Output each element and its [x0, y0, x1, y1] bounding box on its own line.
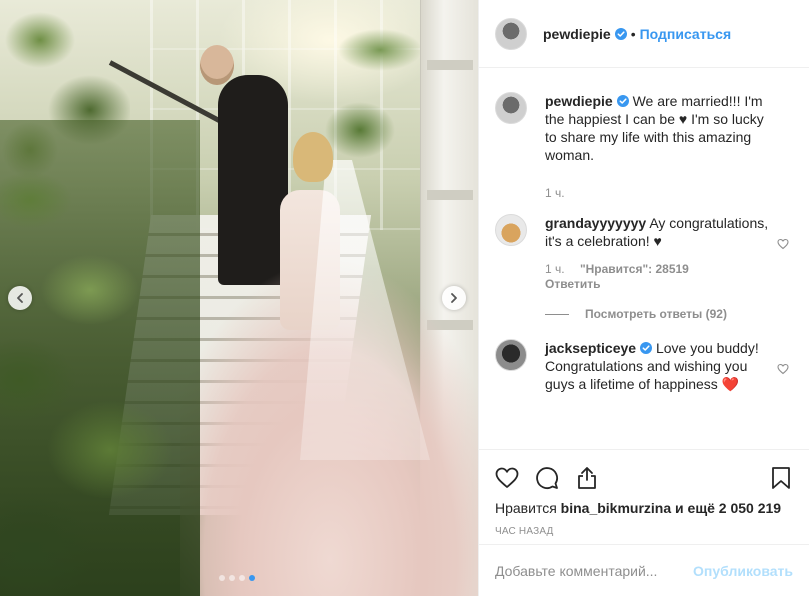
carousel-dot: [229, 575, 235, 581]
verified-badge-icon: [640, 342, 653, 354]
comment-time[interactable]: 1 ч.: [545, 262, 565, 276]
verified-badge-icon: [616, 95, 629, 107]
post-photo[interactable]: [0, 0, 478, 596]
likes-prefix: Нравится: [495, 500, 557, 516]
comment-text: grandayyyyyyy Ay congratulations, it's a…: [545, 214, 769, 250]
like-comment-heart-icon[interactable]: [777, 238, 789, 250]
author-username[interactable]: pewdiepie: [543, 26, 611, 42]
author-avatar[interactable]: [495, 17, 527, 50]
carousel-indicator: [219, 575, 255, 581]
comments-list[interactable]: pewdiepie We are married!!! I'm the happ…: [479, 68, 809, 449]
header-separator: •: [630, 25, 636, 42]
comment-username[interactable]: jacksepticeye: [545, 340, 636, 356]
instagram-post: pewdiepie • Подписаться pewdiepie We are…: [0, 0, 809, 596]
chevron-left-icon: [17, 293, 23, 303]
view-replies-button[interactable]: Посмотреть ответы (92): [545, 307, 793, 321]
caption: pewdiepie We are married!!! I'm the happ…: [495, 92, 793, 200]
comment-username[interactable]: grandayyyyyyy: [545, 215, 646, 231]
caption-avatar[interactable]: [495, 92, 527, 124]
heart-icon[interactable]: [495, 466, 519, 490]
comment-composer: Опубликовать: [479, 544, 809, 596]
post-actions: Нравится bina_bikmurzina и ещё 2 050 219…: [479, 449, 809, 544]
likes-summary[interactable]: Нравится bina_bikmurzina и ещё 2 050 219: [495, 500, 793, 516]
carousel-dot: [249, 575, 255, 581]
foliage-left: [0, 120, 200, 596]
follow-button[interactable]: Подписаться: [640, 26, 732, 42]
verified-badge-icon: [614, 27, 627, 40]
view-replies-label: Посмотреть ответы (92): [585, 307, 727, 321]
like-comment-heart-icon[interactable]: [777, 363, 789, 375]
comment-avatar[interactable]: [495, 339, 527, 371]
comment-meta: 1 ч. "Нравится": 28519 Ответить: [545, 262, 769, 291]
likes-user[interactable]: bina_bikmurzina: [561, 500, 671, 516]
carousel-dot: [239, 575, 245, 581]
comment-input[interactable]: [495, 562, 694, 579]
caption-time[interactable]: 1 ч.: [545, 186, 565, 200]
carousel-prev-button[interactable]: [8, 286, 32, 310]
post-time-ago[interactable]: ЧАС НАЗАД: [495, 526, 793, 537]
share-icon[interactable]: [575, 466, 599, 490]
comment-likes[interactable]: "Нравится": 28519: [580, 262, 689, 276]
comment-text: jacksepticeye Love you buddy! Congratula…: [545, 339, 769, 393]
publish-button[interactable]: Опубликовать: [693, 563, 793, 579]
replies-divider-line: [545, 313, 569, 315]
carousel-next-button[interactable]: [442, 286, 466, 310]
list-item: jacksepticeye Love you buddy! Congratula…: [495, 339, 793, 393]
carousel-dot: [219, 575, 225, 581]
bride-hair: [293, 132, 333, 182]
post-side-panel: pewdiepie • Подписаться pewdiepie We are…: [478, 0, 809, 596]
action-icons: [495, 458, 793, 498]
bookmark-icon[interactable]: [769, 466, 793, 490]
groom-head: [200, 45, 234, 85]
list-item: grandayyyyyyy Ay congratulations, it's a…: [495, 214, 793, 291]
likes-suffix[interactable]: и ещё 2 050 219: [675, 500, 781, 516]
chevron-right-icon: [451, 293, 457, 303]
comment-avatar[interactable]: [495, 214, 527, 246]
caption-text: pewdiepie We are married!!! I'm the happ…: [545, 92, 769, 164]
caption-meta: 1 ч.: [545, 186, 769, 200]
comment-icon[interactable]: [535, 466, 559, 490]
post-header: pewdiepie • Подписаться: [479, 0, 809, 68]
reply-button[interactable]: Ответить: [545, 277, 769, 291]
caption-username[interactable]: pewdiepie: [545, 93, 613, 109]
